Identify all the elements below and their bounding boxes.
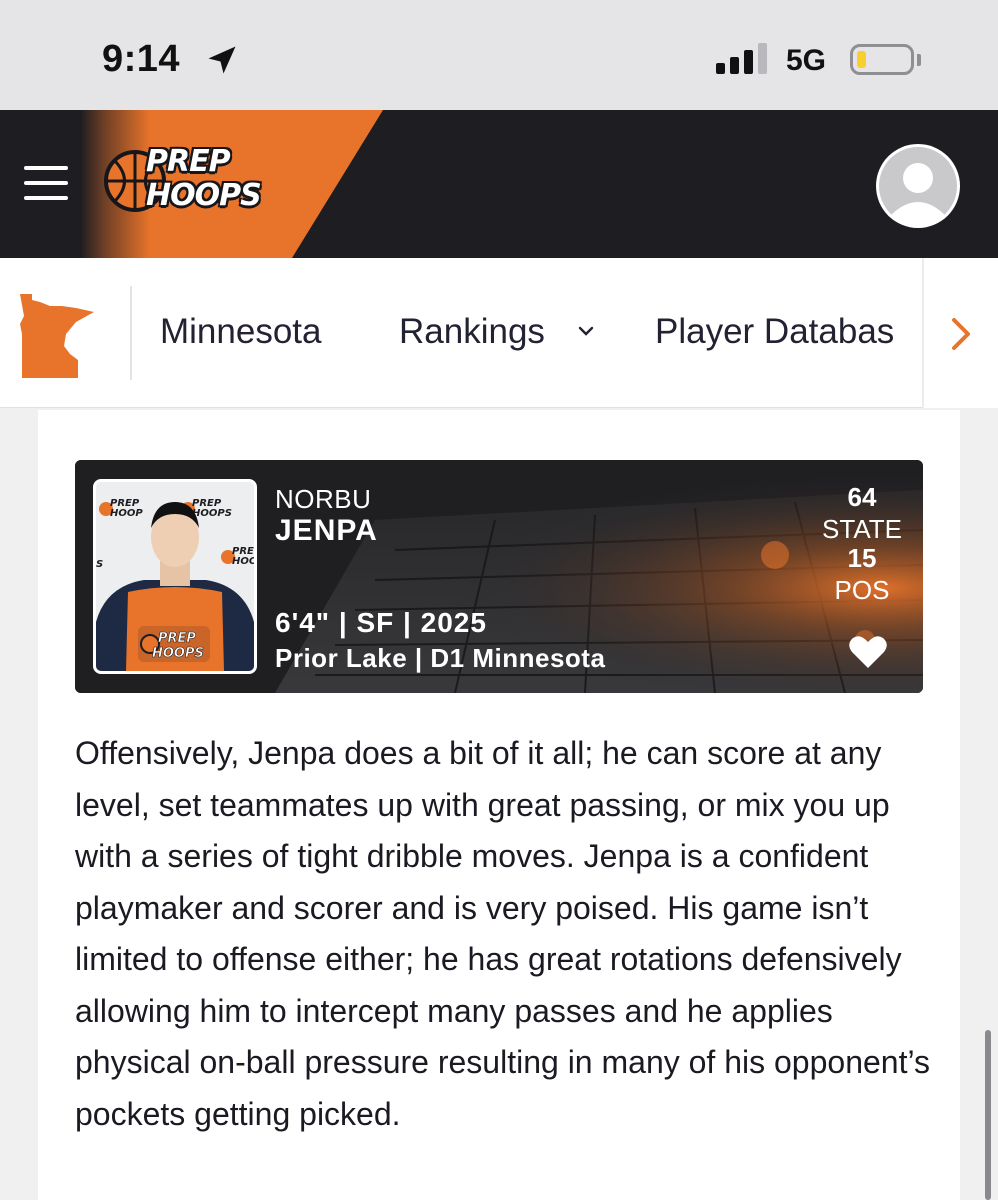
position-rank-label: POS — [834, 575, 890, 605]
cellular-signal-icon — [716, 42, 772, 74]
battery-cap — [917, 54, 921, 66]
status-bar: 9:14 5G — [0, 0, 998, 110]
player-photo-image: PREPHOOP PREPHOOPS PREHOO S PREP HOOPS — [96, 482, 254, 671]
photo-logo-line2: HOOPS — [152, 646, 204, 661]
svg-text:HOOPS: HOOPS — [192, 508, 232, 519]
nav-player-database[interactable]: Player Databas — [655, 312, 894, 352]
player-photo: PREPHOOP PREPHOOPS PREHOO S PREP HOOPS — [93, 479, 257, 674]
svg-text:HOOP: HOOP — [110, 508, 143, 519]
user-avatar-button[interactable] — [876, 144, 960, 228]
minnesota-map-icon[interactable] — [18, 294, 94, 378]
state-rank-label: STATE — [822, 514, 902, 544]
scouting-report-paragraph: Offensively, Jenpa does a bit of it all;… — [75, 735, 930, 1132]
prep-hoops-logo[interactable]: PREP HOOPS — [102, 140, 292, 230]
player-first-name: NORBU — [275, 484, 372, 514]
scrollbar[interactable] — [985, 1030, 991, 1200]
logo-text-top: PREP — [146, 144, 231, 179]
position-rank-value: 15 — [847, 543, 877, 573]
chevron-right-icon[interactable] — [944, 314, 980, 354]
player-height-pos-class: 6'4" | SF | 2025 — [275, 607, 487, 638]
location-arrow-icon — [208, 46, 236, 74]
state-rank-value: 64 — [847, 482, 877, 512]
player-school-commit: Prior Lake | D1 Minnesota — [275, 643, 606, 673]
battery-icon — [850, 44, 914, 75]
status-time: 9:14 — [102, 38, 181, 80]
logo-text-bottom: HOOPS — [146, 178, 262, 213]
svg-text:HOO: HOO — [232, 556, 254, 567]
nav-rankings[interactable]: Rankings — [399, 312, 545, 352]
player-last-name[interactable]: JENPA — [275, 514, 378, 548]
photo-logo-line1: PREP — [158, 631, 196, 646]
user-silhouette-icon — [879, 147, 957, 226]
menu-button[interactable] — [24, 166, 68, 202]
svg-text:S: S — [96, 559, 103, 570]
network-label: 5G — [786, 44, 827, 77]
chevron-down-icon[interactable] — [577, 325, 595, 337]
nav-minnesota[interactable]: Minnesota — [160, 312, 321, 352]
favorite-heart-icon[interactable] — [848, 634, 888, 670]
site-header: PREP HOOPS — [0, 110, 998, 258]
nav-divider — [130, 286, 132, 380]
